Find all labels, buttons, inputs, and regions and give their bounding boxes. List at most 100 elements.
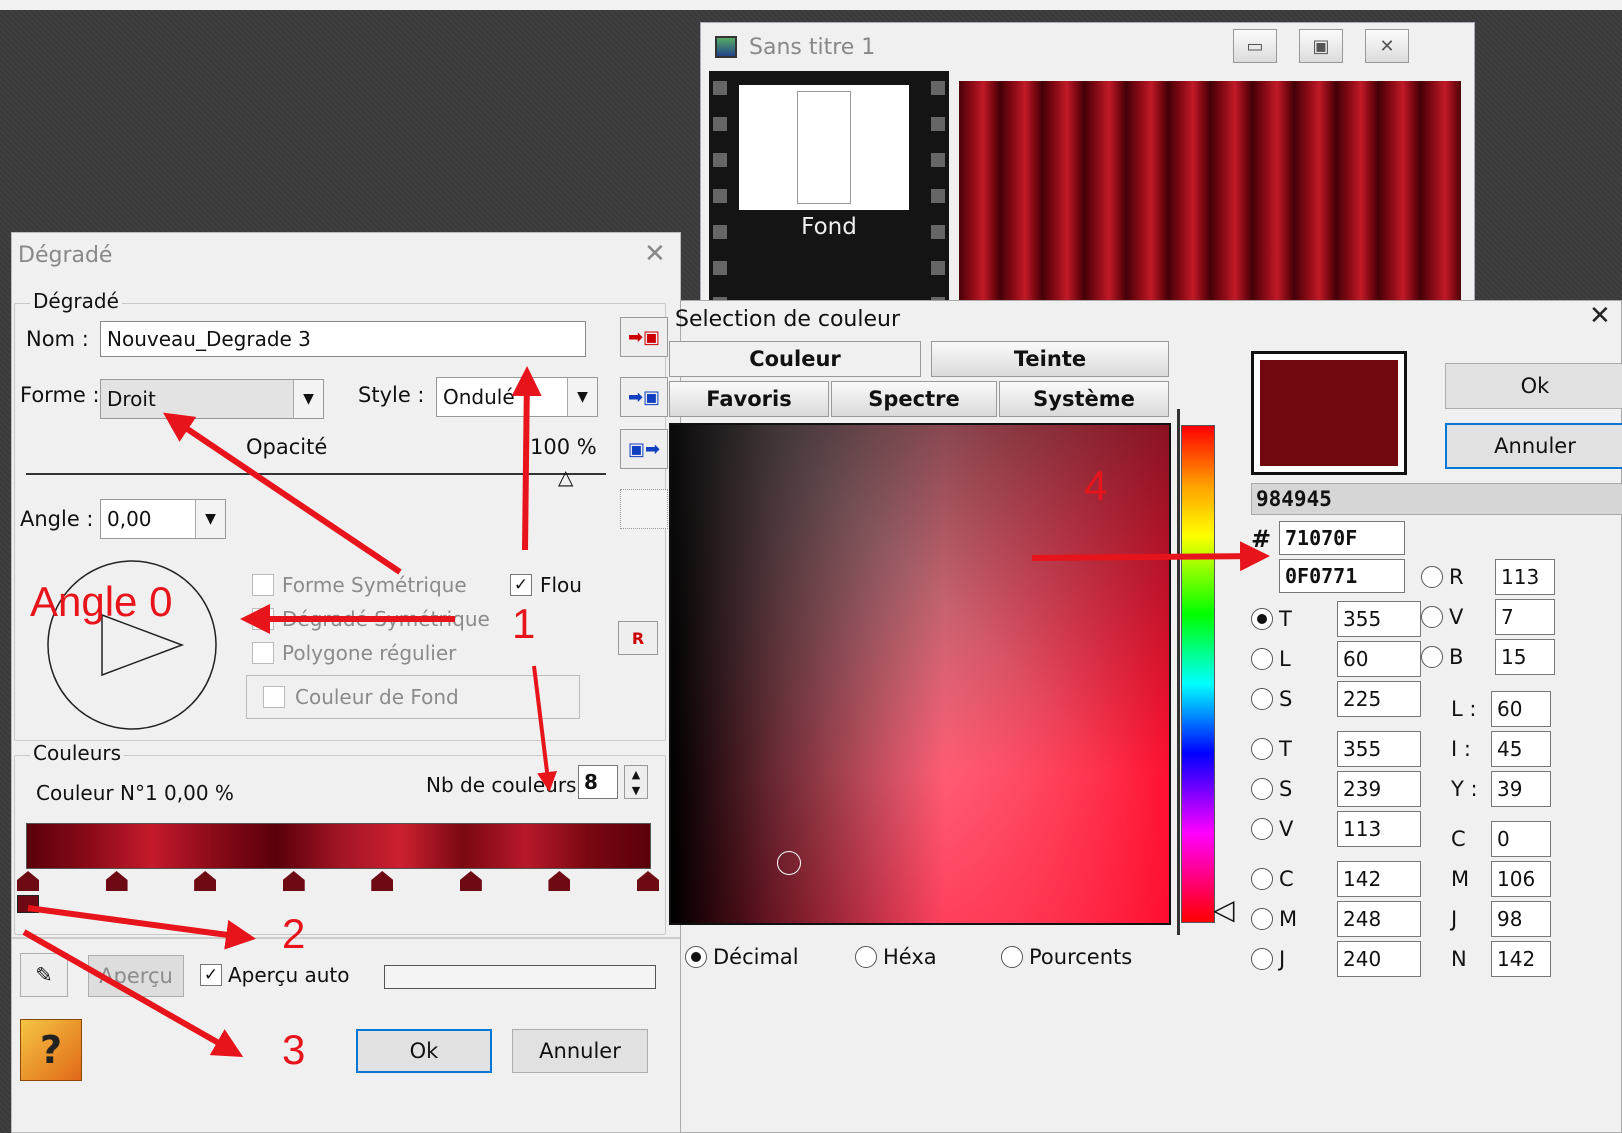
rgb-v-row[interactable]: V7	[1421, 599, 1555, 635]
hsv-v-input[interactable]: 113	[1337, 811, 1421, 847]
hls-l-row[interactable]: L 60	[1251, 641, 1421, 677]
cmjn-c-input[interactable]: 0	[1491, 821, 1551, 857]
picker-cursor[interactable]	[777, 851, 801, 875]
color-stop-marker[interactable]	[371, 871, 394, 891]
hsv-t-row[interactable]: T 355	[1251, 731, 1421, 767]
color-stop-marker[interactable]	[548, 871, 571, 891]
liy-group: L : 60 I : 45 Y : 39	[1451, 691, 1551, 807]
color-stop-marker[interactable]	[105, 871, 128, 891]
color-cancel-button[interactable]: Annuler	[1445, 423, 1622, 469]
chevron-down-icon: ▼	[293, 380, 323, 418]
color-ok-button[interactable]: Ok	[1445, 363, 1622, 409]
symmetric-shape-checkbox[interactable]: Forme Symétrique	[252, 573, 490, 597]
hls-l-input[interactable]: 60	[1337, 641, 1421, 677]
color-stop-marker[interactable]	[17, 871, 39, 891]
cmjn-m-input[interactable]: 106	[1491, 861, 1551, 897]
maximize-icon[interactable]: ▣	[1299, 29, 1343, 63]
selection-icon[interactable]	[620, 489, 668, 529]
reset-icon[interactable]: R	[618, 621, 658, 655]
hsv-t-input[interactable]: 355	[1337, 731, 1421, 767]
format-hex-radio[interactable]: Héxa	[855, 945, 937, 969]
opacity-slider-track[interactable]	[26, 473, 606, 475]
name-input[interactable]: Nouveau_Degrade 3	[100, 321, 586, 357]
format-decimal-radio[interactable]: Décimal	[685, 945, 799, 969]
bgr-input[interactable]: 0F0771	[1279, 559, 1405, 593]
angle-select[interactable]: 0,00 ▼	[100, 499, 226, 539]
tab-favoris[interactable]: Favoris	[669, 381, 829, 417]
cmjn-j-input[interactable]: 98	[1491, 901, 1551, 937]
color-stop-marker[interactable]	[282, 871, 305, 891]
hue-slider[interactable]	[1181, 425, 1215, 923]
gradient-preview-bar[interactable]	[26, 823, 651, 869]
auto-preview-checkbox[interactable]: ✓ Aperçu auto	[200, 963, 350, 987]
rgb-r-input[interactable]: 113	[1495, 559, 1555, 595]
gradient-ok-button[interactable]: Ok	[356, 1029, 492, 1073]
cmy-m-row[interactable]: M 248	[1251, 901, 1421, 937]
cmy-j-input[interactable]: 240	[1337, 941, 1421, 977]
top-band	[0, 0, 1622, 10]
close-icon[interactable]: ✕	[1365, 29, 1409, 63]
opacity-value: 100 %	[530, 435, 597, 459]
color-dialog-close-icon[interactable]: ✕	[1589, 301, 1611, 331]
style-select[interactable]: Ondulé ▼	[436, 377, 598, 417]
cmjn-n-input[interactable]: 142	[1491, 941, 1551, 977]
hsv-v-row[interactable]: V 113	[1251, 811, 1421, 847]
hex-input[interactable]: 71070F	[1279, 521, 1405, 555]
minimize-icon[interactable]: ▭	[1233, 29, 1277, 63]
cmy-c-row[interactable]: C 142	[1251, 861, 1421, 897]
color-stop-marker[interactable]	[459, 871, 482, 891]
hsv-s-input[interactable]: 239	[1337, 771, 1421, 807]
progress-bar	[384, 965, 656, 989]
hls-s-row[interactable]: S 225	[1251, 681, 1421, 717]
hls-t-row[interactable]: T 355	[1251, 601, 1421, 637]
preview-button[interactable]: Aperçu	[88, 955, 184, 997]
liy-l-input[interactable]: 60	[1491, 691, 1551, 727]
cmjn-c-label: C	[1451, 827, 1466, 851]
tab-couleur[interactable]: Couleur	[669, 341, 921, 377]
opacity-slider-thumb[interactable]: △	[558, 465, 573, 489]
color-count-spinner[interactable]: ▲ ▼	[624, 765, 648, 799]
liy-y-input[interactable]: 39	[1491, 771, 1551, 807]
color-preview	[1251, 351, 1407, 475]
tab-systeme[interactable]: Système	[999, 381, 1169, 417]
gradient-dialog-close-icon[interactable]: ✕	[644, 239, 666, 269]
rgb-b-row[interactable]: B 15	[1421, 639, 1555, 675]
symmetric-gradient-checkbox[interactable]: Dégradé Symétrique	[252, 607, 490, 631]
tab-spectre[interactable]: Spectre	[831, 381, 997, 417]
rgb-b-input[interactable]: 15	[1495, 639, 1555, 675]
help-icon[interactable]: ?	[20, 1019, 82, 1081]
cmjn-group: C 0 M 106 J 98 N 142	[1451, 821, 1551, 977]
chevron-down-icon: ▼	[195, 500, 225, 538]
load-gradient-icon[interactable]: ➡▣	[620, 377, 668, 417]
liy-y-label: Y :	[1451, 777, 1478, 801]
hue-slider-thumb[interactable]: ◁	[1213, 893, 1235, 926]
save-gradient-icon[interactable]: ➡▣	[620, 317, 668, 357]
liy-i-input[interactable]: 45	[1491, 731, 1551, 767]
angle-value: 0,00	[107, 507, 152, 531]
cmjn-m-label: M	[1451, 867, 1470, 891]
layer-thumbnail[interactable]	[739, 85, 909, 210]
selected-stop-indicator	[17, 895, 39, 913]
gradient-cancel-button[interactable]: Annuler	[512, 1029, 648, 1073]
hls-s-input[interactable]: 225	[1337, 681, 1421, 717]
blur-checkbox[interactable]: ✓ Flou	[510, 573, 582, 597]
color-stop-marker[interactable]	[637, 871, 659, 891]
eyedropper-icon[interactable]: ✎	[20, 953, 68, 997]
hsv-s-row[interactable]: S 239	[1251, 771, 1421, 807]
background-color-checkbox[interactable]: Couleur de Fond	[246, 675, 580, 719]
hls-t-input[interactable]: 355	[1337, 601, 1421, 637]
rgb-r-row[interactable]: R 113	[1421, 559, 1555, 595]
cmy-c-input[interactable]: 142	[1337, 861, 1421, 897]
shape-select[interactable]: Droit ▼	[100, 379, 324, 419]
regular-polygon-checkbox[interactable]: Polygone régulier	[252, 641, 490, 665]
color-dialog-title: Selection de couleur	[675, 307, 901, 332]
export-gradient-icon[interactable]: ▣➡	[620, 429, 668, 469]
annotation-3: 3	[282, 1026, 306, 1073]
rgb-v-input[interactable]: 7	[1495, 599, 1555, 635]
format-percent-radio[interactable]: Pourcents	[1001, 945, 1132, 969]
color-count-input[interactable]: 8	[578, 765, 618, 799]
cmy-j-row[interactable]: J 240	[1251, 941, 1421, 977]
tab-teinte[interactable]: Teinte	[931, 341, 1169, 377]
cmy-m-input[interactable]: 248	[1337, 901, 1421, 937]
color-stop-marker[interactable]	[194, 871, 217, 891]
